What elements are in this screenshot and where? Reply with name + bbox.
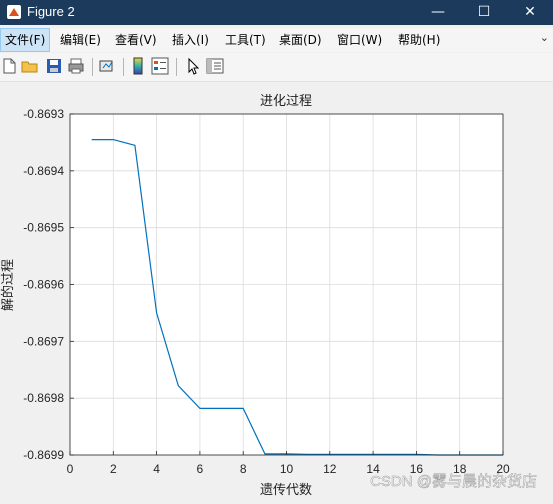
x-tick-label: 6 bbox=[197, 462, 204, 476]
y-tick-label: -0.8696 bbox=[23, 278, 64, 292]
open-file-icon[interactable] bbox=[21, 57, 39, 75]
menu-window[interactable]: 窗口(W) bbox=[333, 28, 386, 52]
toolbar-separator bbox=[123, 58, 124, 76]
property-inspector-icon[interactable] bbox=[206, 57, 224, 75]
x-tick-label: 10 bbox=[280, 462, 294, 476]
chevron-down-icon[interactable]: ⌄ bbox=[540, 31, 549, 44]
maximize-button[interactable]: ☐ bbox=[461, 0, 507, 25]
edit-plot-arrow-icon[interactable] bbox=[184, 57, 202, 75]
print-icon[interactable] bbox=[67, 57, 85, 75]
watermark: CSDN @雾与晨的杂货店 bbox=[370, 473, 537, 490]
x-tick-label: 12 bbox=[323, 462, 337, 476]
menu-view[interactable]: 查看(V) bbox=[111, 28, 161, 52]
close-button[interactable]: ✕ bbox=[507, 0, 553, 25]
menu-tools[interactable]: 工具(T) bbox=[221, 28, 270, 52]
toolbar-separator bbox=[176, 58, 177, 76]
minimize-button[interactable]: — bbox=[415, 0, 461, 25]
y-tick-label: -0.8694 bbox=[23, 164, 64, 178]
menu-bar: 文件(F) 编辑(E) 查看(V) 插入(I) 工具(T) 桌面(D) 窗口(W… bbox=[0, 28, 553, 52]
x-axis-label: 遗传代数 bbox=[260, 482, 312, 497]
matlab-icon bbox=[7, 5, 21, 19]
menu-edit[interactable]: 编辑(E) bbox=[56, 28, 105, 52]
window-title: Figure 2 bbox=[27, 4, 75, 19]
y-axis: -0.8693 -0.8694 -0.8695 -0.8696 -0.8697 -0.86… bbox=[23, 107, 74, 462]
menu-desktop[interactable]: 桌面(D) bbox=[275, 28, 326, 52]
y-tick-label: -0.8695 bbox=[23, 221, 64, 235]
menu-help[interactable]: 帮助(H) bbox=[394, 28, 444, 52]
chart-title: 进化过程 bbox=[260, 93, 312, 108]
x-tick-label: 0 bbox=[67, 462, 74, 476]
menu-insert[interactable]: 插入(I) bbox=[168, 28, 213, 52]
x-tick-label: 4 bbox=[153, 462, 160, 476]
toolbar bbox=[0, 53, 553, 82]
figure-area: 0 2 4 6 8 10 12 14 16 18 20 -0.8693 -0.8694 -0.8695-… bbox=[0, 82, 553, 500]
menu-file[interactable]: 文件(F) bbox=[0, 28, 51, 52]
colorbar-icon[interactable] bbox=[129, 57, 147, 75]
y-tick-label: -0.8697 bbox=[23, 334, 64, 348]
x-tick-label: 8 bbox=[240, 462, 247, 476]
x-tick-label: 2 bbox=[110, 462, 117, 476]
toolbar-separator bbox=[92, 58, 93, 76]
legend-icon[interactable] bbox=[151, 57, 169, 75]
save-icon[interactable] bbox=[45, 57, 63, 75]
y-tick-label: -0.8699 bbox=[23, 448, 64, 462]
y-tick-label: -0.8698 bbox=[23, 391, 64, 405]
y-axis-label: 解的过程 bbox=[0, 259, 15, 311]
title-bar: Figure 2 — ☐ ✕ bbox=[0, 0, 553, 25]
y-tick-label: -0.8693 bbox=[23, 107, 64, 121]
new-figure-icon[interactable] bbox=[0, 57, 18, 75]
link-plot-icon[interactable] bbox=[98, 57, 116, 75]
line-chart[interactable]: 0 2 4 6 8 10 12 14 16 18 20 -0.8693-0.8694-0.8695-… bbox=[0, 82, 553, 500]
